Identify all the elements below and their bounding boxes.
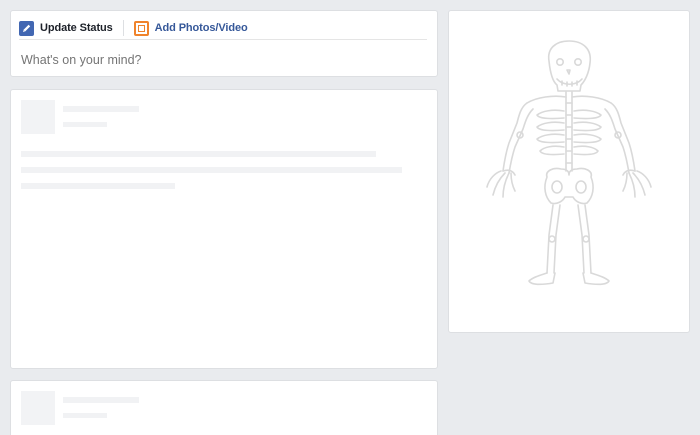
- status-input[interactable]: [21, 51, 431, 69]
- body-line-placeholder: [21, 183, 175, 189]
- skeleton-illustration: [486, 40, 652, 286]
- photo-icon: [133, 20, 149, 36]
- tab-update-status[interactable]: Update Status: [19, 19, 113, 37]
- status-composer: Update Status Add Photos/Video: [10, 10, 438, 77]
- avatar-placeholder: [21, 391, 55, 425]
- tab-add-photos-video[interactable]: Add Photos/Video: [133, 19, 248, 37]
- timestamp-line-placeholder: [63, 122, 107, 127]
- tab-divider: [122, 20, 124, 36]
- avatar-placeholder: [21, 100, 55, 134]
- side-panel: [448, 10, 690, 333]
- timestamp-line-placeholder: [63, 413, 107, 418]
- body-line-placeholder: [21, 151, 376, 157]
- name-line-placeholder: [63, 397, 139, 403]
- news-feed-page: Update Status Add Photos/Video: [0, 0, 700, 435]
- body-line-placeholder: [21, 167, 402, 173]
- pencil-icon: [19, 20, 34, 36]
- composer-tabs: Update Status Add Photos/Video: [19, 17, 427, 40]
- feed-story-placeholder: [10, 380, 438, 435]
- tab-update-status-label: Update Status: [40, 22, 113, 34]
- tab-add-photos-video-label: Add Photos/Video: [154, 22, 248, 34]
- name-line-placeholder: [63, 106, 139, 112]
- feed-story-placeholder: [10, 89, 438, 369]
